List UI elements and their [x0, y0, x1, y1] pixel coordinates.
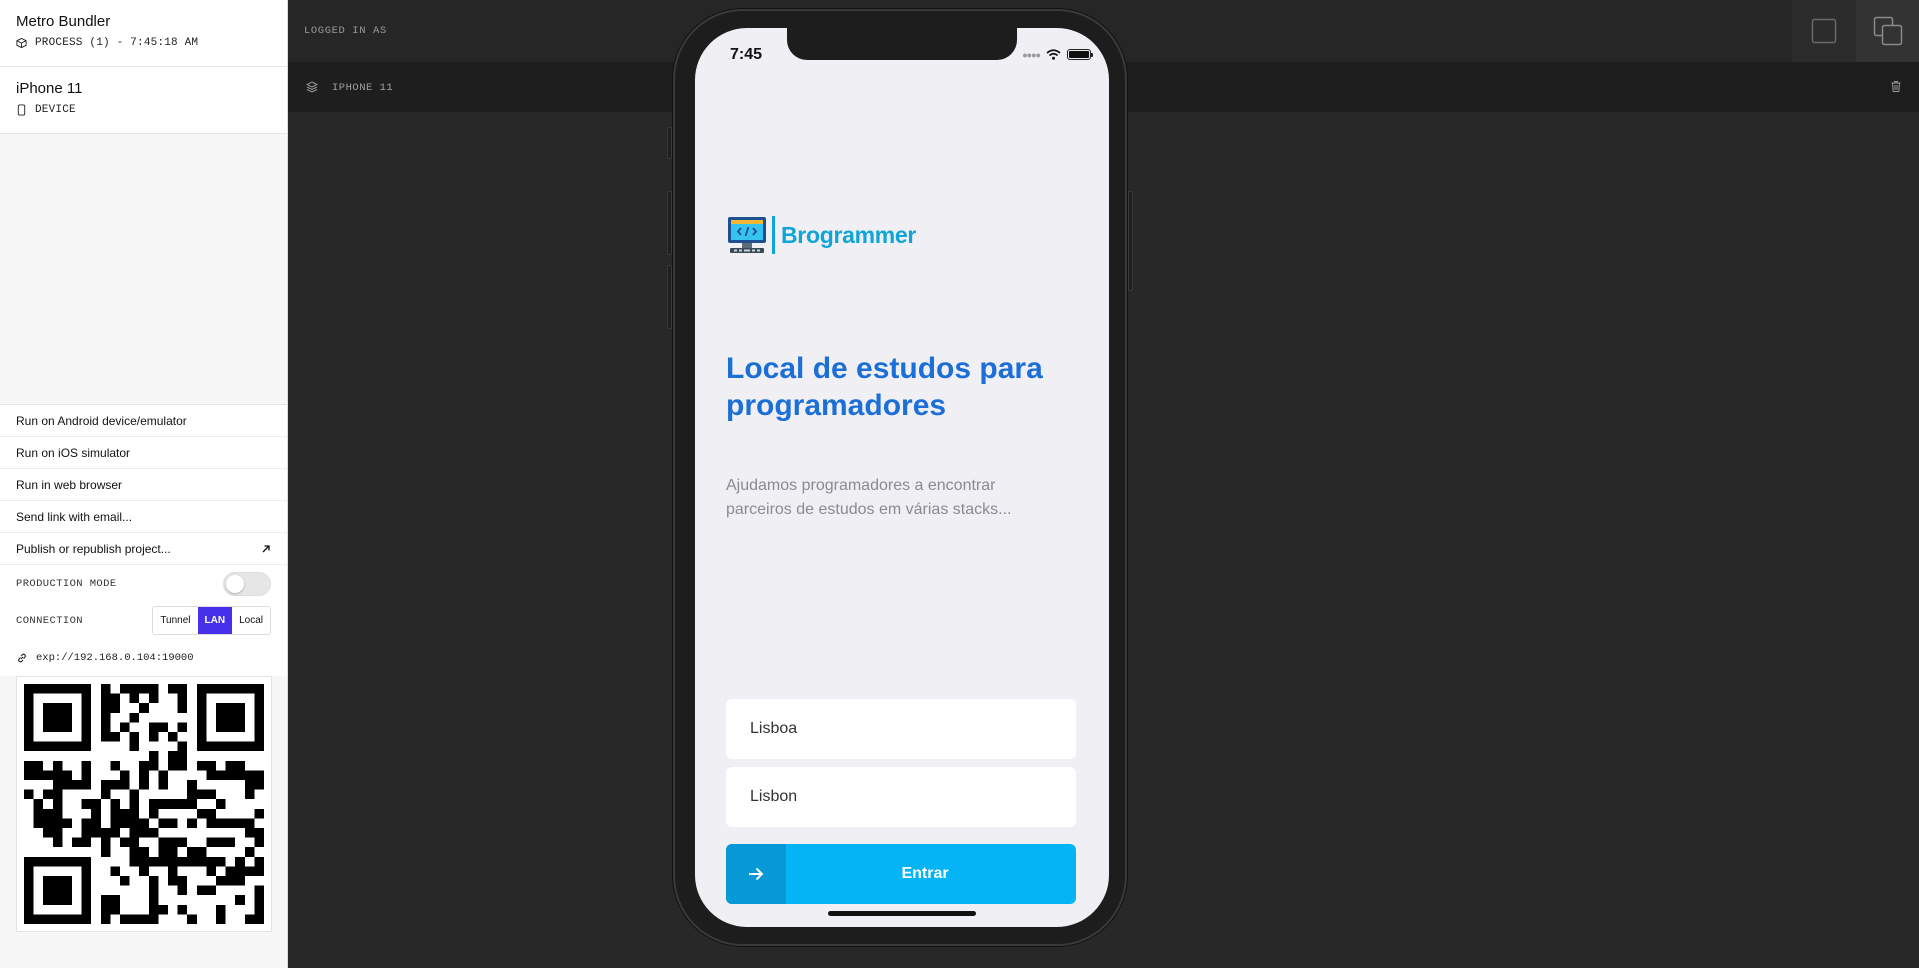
- home-indicator: [828, 911, 976, 916]
- enter-button[interactable]: Entrar: [726, 844, 1076, 904]
- publish-button[interactable]: Publish or republish project...: [0, 533, 287, 565]
- connection-selector: Tunnel LAN Local: [152, 606, 271, 635]
- hero-headline: Local de estudos para programadores: [726, 352, 1043, 422]
- city-input-secondary-value: Lisbon: [750, 788, 798, 805]
- connection-row: CONNECTION Tunnel LAN Local: [16, 602, 271, 639]
- menu-item-label: Send link with email...: [16, 509, 133, 524]
- brand-divider: [772, 216, 775, 254]
- menu-item-label: Publish or republish project...: [16, 541, 171, 556]
- device-log-label: IPHONE 11: [332, 82, 394, 94]
- run-menu: Run on Android device/emulator Run on iO…: [0, 404, 287, 565]
- status-icons: ●●●●: [1022, 49, 1093, 60]
- connection-tunnel-option[interactable]: Tunnel: [153, 607, 197, 634]
- city-input[interactable]: Lisboa: [726, 699, 1076, 759]
- process-title: Metro Bundler: [16, 13, 111, 30]
- single-panel-icon: [1811, 18, 1837, 44]
- brand-logo: Brogrammer: [726, 214, 916, 256]
- qr-code-image: [24, 684, 264, 924]
- hero-description: Ajudamos programadores a encontrar parce…: [726, 477, 1012, 518]
- volume-up-button: [667, 191, 672, 255]
- layers-icon: [306, 81, 318, 93]
- link-icon: [18, 653, 26, 662]
- device-card[interactable]: iPhone 11 DEVICE: [0, 67, 287, 134]
- menu-item-label: Run on iOS simulator: [16, 445, 131, 460]
- arrow-right-icon: [726, 844, 786, 904]
- iphone-frame: 7:45 ●●●● Brogrammer Local de estudos pa…: [667, 9, 1133, 946]
- production-mode-row: PRODUCTION MODE: [16, 565, 271, 602]
- toggle-knob: [226, 574, 244, 593]
- battery-icon: [1067, 49, 1093, 60]
- brand-name: Brogrammer: [781, 221, 917, 248]
- computer-code-icon: [728, 217, 766, 253]
- connection-lan-option[interactable]: LAN: [197, 607, 233, 634]
- run-ios-button[interactable]: Run on iOS simulator: [0, 437, 287, 469]
- wifi-icon: [1046, 49, 1061, 60]
- production-mode-toggle[interactable]: [223, 571, 271, 596]
- menu-item-label: Run on Android device/emulator: [16, 413, 187, 428]
- multi-view-button[interactable]: [1856, 0, 1919, 62]
- process-subtitle-row: PROCESS (1) - 7:45:18 AM: [16, 37, 271, 49]
- phone-icon: [17, 104, 26, 116]
- run-web-button[interactable]: Run in web browser: [0, 469, 287, 501]
- sidebar: Metro Bundler PROCESS (1) - 7:45:18 AM i…: [0, 0, 288, 968]
- external-arrow-icon: [262, 544, 270, 552]
- status-time: 7:45: [730, 46, 763, 63]
- url-row: exp://192.168.0.104:19000: [16, 639, 271, 676]
- menu-item-label: Run in web browser: [16, 477, 123, 492]
- process-subtitle: PROCESS (1) - 7:45:18 AM: [35, 37, 199, 49]
- sidebar-empty-area: [0, 134, 287, 404]
- device-title: iPhone 11: [16, 80, 83, 97]
- qr-code: [16, 676, 272, 932]
- production-mode-label: PRODUCTION MODE: [16, 577, 117, 590]
- single-view-button[interactable]: [1792, 0, 1856, 62]
- process-card[interactable]: Metro Bundler PROCESS (1) - 7:45:18 AM: [0, 0, 287, 67]
- send-link-button[interactable]: Send link with email...: [0, 501, 287, 533]
- power-button: [1128, 191, 1133, 291]
- signal-dots-icon: ●●●●: [1022, 49, 1041, 60]
- device-subtitle: DEVICE: [35, 104, 76, 116]
- device-subtitle-row: DEVICE: [16, 104, 271, 116]
- enter-button-label: Entrar: [901, 865, 949, 882]
- trash-icon[interactable]: [1890, 80, 1902, 93]
- volume-down-button: [667, 265, 672, 329]
- mute-switch: [667, 127, 672, 159]
- package-icon: [16, 37, 27, 49]
- logged-in-label: LOGGED IN AS: [304, 25, 387, 37]
- settings-panel: PRODUCTION MODE CONNECTION Tunnel LAN Lo…: [0, 565, 287, 676]
- project-url[interactable]: exp://192.168.0.104:19000: [36, 652, 194, 664]
- multi-panel-icon: [1873, 16, 1903, 46]
- phone-notch: [787, 28, 1017, 60]
- city-input-secondary[interactable]: Lisbon: [726, 767, 1076, 827]
- city-input-value: Lisboa: [750, 720, 798, 737]
- connection-local-option[interactable]: Local: [232, 607, 270, 634]
- phone-screen: 7:45 ●●●● Brogrammer Local de estudos pa…: [695, 28, 1109, 927]
- run-android-button[interactable]: Run on Android device/emulator: [0, 405, 287, 437]
- connection-label: CONNECTION: [16, 614, 84, 627]
